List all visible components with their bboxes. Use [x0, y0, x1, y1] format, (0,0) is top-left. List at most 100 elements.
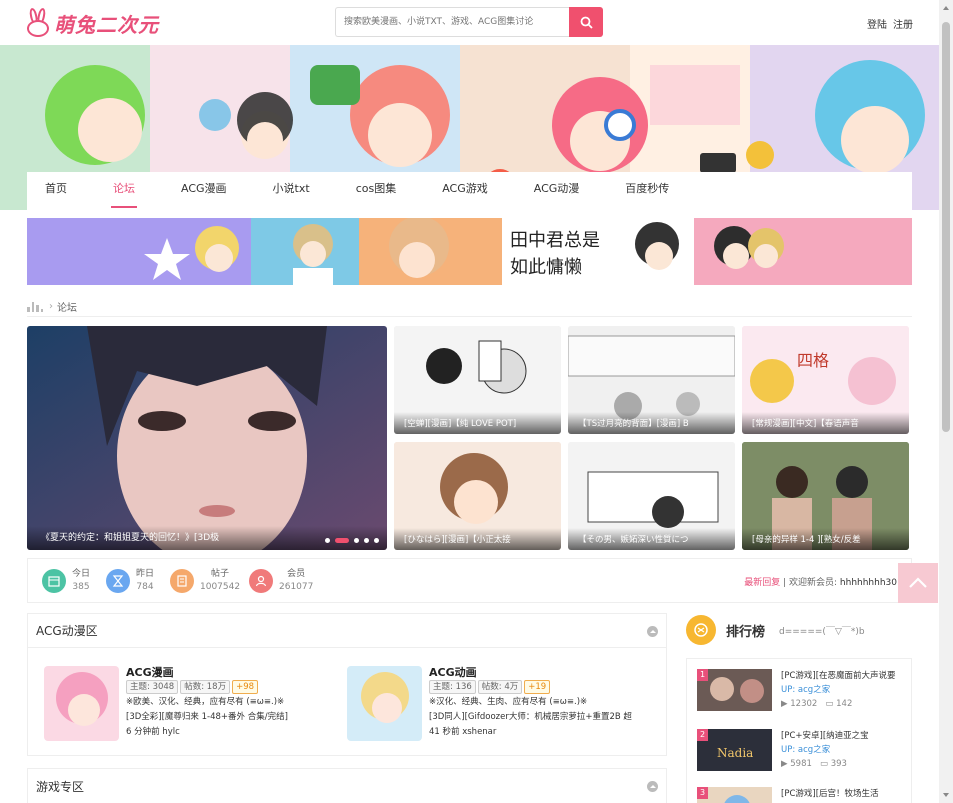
main-nav: 首页 论坛 ACG漫画 小说txt cos图集 ACG游戏 ACG动漫 百度秒传: [27, 172, 912, 210]
thumb-card-2[interactable]: 【TS过月亮的背面】[漫画] B: [568, 326, 735, 434]
slide-dot[interactable]: [325, 538, 330, 543]
nav-novel-txt[interactable]: 小说txt: [273, 172, 310, 210]
stat-yesterday: 昨日 784: [106, 568, 154, 594]
thumb-caption: [ひなはら][漫画]【小正太接: [394, 528, 561, 550]
collapse-icon[interactable]: [647, 626, 658, 637]
rank-item[interactable]: 3 [PC游戏][后宫！牧场生活: [697, 787, 879, 803]
slide-dot[interactable]: [364, 538, 369, 543]
slide-dot[interactable]: [354, 538, 359, 543]
stat-posts: 帖子 1007542: [170, 568, 240, 594]
section-thumbnail: [44, 666, 119, 741]
thumb-card-4[interactable]: [ひなはら][漫画]【小正太接: [394, 442, 561, 550]
collapse-icon[interactable]: [647, 781, 658, 792]
page-scrollbar[interactable]: [939, 0, 953, 803]
nav-acg-comics[interactable]: ACG漫画: [181, 172, 227, 210]
thumb-card-3[interactable]: 四格 [常规漫画][中文]【春语声音: [742, 326, 909, 434]
svg-text:田中君总是: 田中君总是: [510, 230, 600, 251]
block-title: ACG动漫区: [36, 624, 98, 638]
thumb-caption: [母亲的异样 1-4 ][熟女/反差: [742, 528, 909, 550]
rank-number: 1: [697, 669, 708, 681]
chart-bars-icon: [27, 300, 43, 312]
rank-title[interactable]: [PC+安卓][纳迪亚之宝: [781, 729, 869, 743]
stat-value: 1007542: [200, 582, 241, 592]
stat-label: 昨日: [136, 569, 155, 579]
thumb-card-6[interactable]: [母亲的异样 1-4 ][熟女/反差: [742, 442, 909, 550]
nav-baidu-transfer[interactable]: 百度秒传: [625, 172, 669, 210]
last-post-time: 41 秒前 xshenar: [429, 727, 497, 737]
stat-today: 今日 385: [42, 568, 90, 594]
nav-home[interactable]: 首页: [45, 172, 67, 210]
divider: [27, 316, 912, 317]
document-icon: [170, 569, 194, 593]
search-input[interactable]: [335, 7, 570, 37]
rank-thumbnail: 1: [697, 669, 772, 711]
rank-number: 2: [697, 729, 708, 741]
search-button[interactable]: [569, 7, 603, 37]
scroll-up-arrow-icon[interactable]: [943, 6, 949, 10]
register-link[interactable]: 注册: [893, 20, 913, 31]
auth-links: 登陆 注册: [867, 16, 919, 31]
rabbit-logo-icon: [24, 7, 52, 38]
breadcrumb: › 论坛: [27, 298, 77, 314]
top-bar: 萌兔二次元 登陆注册: [0, 0, 939, 45]
thumb-card-5[interactable]: 【その男、嫉妬深い性質につ: [568, 442, 735, 550]
login-link[interactable]: 登陆: [867, 20, 887, 31]
strip-art-4: 田中君总是 如此慵懒: [502, 218, 694, 285]
forum-section-anime[interactable]: ACG动画 主题: 136 帖数: 4万 +19 ※汉化、经典、生肉、应有尽有 (≡…: [347, 666, 632, 741]
block-header: ACG动漫区: [28, 614, 666, 648]
scrollbar-thumb[interactable]: [942, 22, 950, 432]
promo-strip[interactable]: 田中君总是 如此慵懒: [27, 218, 912, 285]
section-desc: ※汉化、经典、生肉、应有尽有 (≡ω≡.)※: [429, 697, 588, 707]
thumb-card-1[interactable]: [空蝉][漫画]【纯 LOVE POT]: [394, 326, 561, 434]
rank-uploader[interactable]: UP: acg之家: [781, 683, 896, 697]
last-post-link[interactable]: [3D全彩][魔尊归来 1-48+番外 合集/完结]: [126, 710, 288, 725]
stat-label: 帖子: [211, 569, 230, 579]
comment-icon: ▭: [825, 699, 834, 709]
play-icon: ▶: [781, 759, 788, 769]
breadcrumb-current[interactable]: 论坛: [57, 299, 77, 314]
forum-block-games: 游戏专区: [27, 768, 667, 803]
rank-thumbnail: 3: [697, 787, 772, 803]
post-count: 帖数: 4万: [477, 680, 523, 694]
block-title: 游戏专区: [36, 779, 85, 794]
logo-text: 萌兔二次元: [54, 12, 159, 37]
latest-replies-link[interactable]: 最新回复: [744, 578, 780, 588]
scroll-down-arrow-icon[interactable]: [943, 793, 949, 797]
user-icon: [249, 569, 273, 593]
nav-acg-anime[interactable]: ACG动漫: [534, 172, 580, 210]
back-to-top-button[interactable]: [898, 563, 938, 603]
rank-uploader[interactable]: UP: acg之家: [781, 743, 869, 757]
view-count: 5981: [790, 759, 812, 769]
last-post-link[interactable]: [3D同人][Gifdoozer大师：机械居宗萝拉+重置2B 超: [429, 710, 632, 725]
svg-text:Nadia: Nadia: [717, 746, 753, 760]
site-logo[interactable]: 萌兔二次元: [24, 6, 159, 40]
search-bar: [335, 7, 603, 37]
latest-news: 最新回复 | 欢迎新会员: hhhhhhhh30: [744, 578, 897, 588]
chevron-up-icon: [909, 577, 927, 588]
nav-cos-gallery[interactable]: cos图集: [356, 172, 397, 210]
view-count: 12302: [790, 699, 818, 709]
slide-pager: [325, 538, 379, 543]
section-name[interactable]: ACG漫画: [126, 666, 288, 680]
rank-title[interactable]: [PC游戏][在恶魔面前大声说要: [781, 669, 896, 683]
thumb-caption: [空蝉][漫画]【纯 LOVE POT]: [394, 412, 561, 434]
slide-dot-active[interactable]: [335, 538, 349, 543]
chevron-right-icon: ›: [49, 300, 53, 312]
slide-dot[interactable]: [374, 538, 379, 543]
nav-forum[interactable]: 论坛: [111, 172, 137, 210]
rank-item[interactable]: 1 [PC游戏][在恶魔面前大声说要 UP: acg之家 ▶ 12302 ▭ 1…: [697, 669, 896, 711]
thumb-caption: 【TS过月亮的背面】[漫画] B: [568, 412, 735, 434]
comment-count: 142: [836, 699, 853, 709]
thumb-caption: 【その男、嫉妬深い性質につ: [568, 528, 735, 550]
nav-acg-games[interactable]: ACG游戏: [442, 172, 488, 210]
new-member-link[interactable]: hhhhhhhh30: [840, 578, 897, 588]
forum-section-comics[interactable]: ACG漫画 主题: 3048 帖数: 18万 +98 ※欧美、汉化、经典，应有尽有 …: [44, 666, 288, 741]
rank-title[interactable]: [PC游戏][后宫！牧场生活: [781, 787, 879, 801]
ranking-title: 排行榜: [726, 624, 766, 640]
strip-art-1: [27, 218, 251, 285]
comment-count: 393: [830, 759, 847, 769]
forum-block-acg: ACG动漫区 ACG漫画 主题: 3048 帖数: 18万 +98 ※欧美、汉化、经…: [27, 613, 667, 756]
hero-slide[interactable]: 《夏天的约定：和姐姐夏天的回忆！》[3D极: [27, 326, 387, 550]
section-name[interactable]: ACG动画: [429, 666, 632, 680]
rank-item[interactable]: Nadia 2 [PC+安卓][纳迪亚之宝 UP: acg之家 ▶ 5981 ▭…: [697, 729, 869, 771]
